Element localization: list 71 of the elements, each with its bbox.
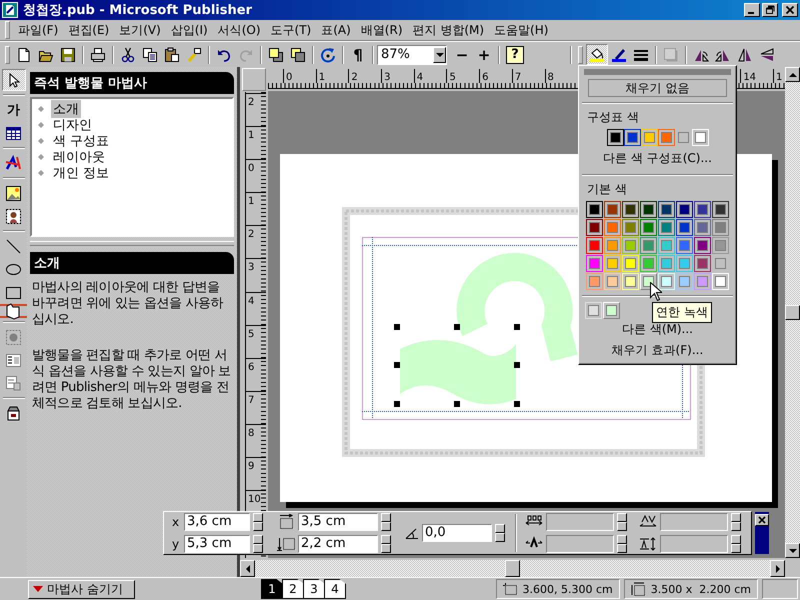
vertical-ruler[interactable]: 2 1 0 1 2 3 4 5 6 7 8 9 10 xyxy=(245,92,266,558)
wizard-step[interactable]: 레이아웃 xyxy=(51,148,107,166)
menu-item[interactable]: 편지 병합(M) xyxy=(408,22,490,38)
zoom-out-button[interactable]: − xyxy=(451,44,473,65)
ruler-number: 1 xyxy=(775,72,782,83)
menu-item[interactable]: 채우기 효과(F)... xyxy=(582,340,733,361)
ruler-number: 7 xyxy=(247,394,254,406)
ruler-number: 3 xyxy=(383,72,390,83)
ruler-number: 6 xyxy=(481,72,488,83)
help-paragraph: 마법사의 레이아웃에 대한 답변을 바꾸려면 위에 있는 옵션을 사용하십시오. xyxy=(32,280,224,328)
menu-item[interactable]: 다른 색 구성표(C)... xyxy=(582,148,733,169)
ruler-number: 2 xyxy=(350,72,358,83)
ruler-number: 3 xyxy=(247,262,254,274)
wizard-step[interactable]: 개인 정보 xyxy=(51,164,112,182)
y-position-field[interactable]: 5,3 cm xyxy=(184,535,250,553)
ruler-number: 8 xyxy=(546,72,554,83)
ruler-number: 7 xyxy=(514,72,522,83)
formatting-marks-button[interactable]: ¶ xyxy=(347,44,369,65)
ruler-number: 8 xyxy=(247,428,254,439)
size-readout: 3.500 x 2.200 cm xyxy=(650,582,751,596)
menu-item[interactable]: 삽입(I) xyxy=(166,22,213,38)
text-tool[interactable]: 가 xyxy=(2,99,26,121)
ruler-number: 14 xyxy=(742,72,756,83)
ruler-number: 1 xyxy=(247,130,254,142)
height-field[interactable]: 2,2 cm xyxy=(298,535,378,553)
help-button[interactable]: ? xyxy=(506,46,524,64)
y-label: y xyxy=(172,537,180,551)
window-title: 청첩장.pub - Microsoft Publisher xyxy=(23,2,252,19)
zoom-in-button[interactable]: + xyxy=(473,44,495,65)
section-title: 구성표 색 xyxy=(586,109,640,126)
wizard-title: 즉석 발행물 마법사 xyxy=(30,72,234,94)
menu-item[interactable]: 서식(O) xyxy=(212,22,266,38)
section-title: 소개 xyxy=(30,252,234,274)
menu-item[interactable]: 파일(F) xyxy=(13,22,64,38)
ruler-number: 5 xyxy=(448,72,456,83)
ruler-number: 6 xyxy=(247,362,254,373)
ruler-number: 4 xyxy=(247,296,254,307)
wizard-step[interactable]: 색 구성표 xyxy=(51,132,112,150)
ruler-number: 10 xyxy=(247,494,261,506)
menu-item[interactable]: 표(A) xyxy=(316,22,356,38)
menu-item[interactable]: 도움말(H) xyxy=(489,22,554,38)
wizard-step[interactable]: 디자인 xyxy=(51,116,94,134)
ruler-number: 2 xyxy=(247,229,254,240)
page-tab[interactable]: 3 xyxy=(303,579,325,599)
section-title: 기본 색 xyxy=(586,181,628,198)
page-tab[interactable]: 2 xyxy=(282,579,304,599)
menu-item[interactable]: 보기(V) xyxy=(114,22,166,38)
wizard-step[interactable]: 소개 xyxy=(51,100,81,118)
color-tooltip: 연한 녹색 xyxy=(652,302,712,323)
ruler-number: 2 xyxy=(247,97,254,108)
menu-item[interactable]: 배열(R) xyxy=(356,22,408,38)
menu-item[interactable]: 도구(T) xyxy=(266,22,316,38)
page-tab[interactable]: 1 xyxy=(261,579,283,599)
x-label: x xyxy=(172,515,180,529)
x-position-field[interactable]: 3,6 cm xyxy=(184,513,250,531)
rotation-field[interactable]: 0,0 xyxy=(422,524,492,542)
ruler-number: 4 xyxy=(416,72,424,83)
ruler-number: 1 xyxy=(247,196,254,208)
menu-item[interactable]: 편집(E) xyxy=(63,22,114,38)
position-readout: 3.600, 5.300 cm xyxy=(522,582,613,596)
hide-wizard-button[interactable]: 마법사 숨기기 xyxy=(28,580,135,598)
page-tab[interactable]: 4 xyxy=(324,579,346,599)
no-fill-button[interactable]: 채우기 없음 xyxy=(588,79,727,97)
ruler-number: 9 xyxy=(247,461,254,472)
ruler-number: 0 xyxy=(247,163,254,174)
ruler-number: 5 xyxy=(247,328,254,340)
width-field[interactable]: 3,5 cm xyxy=(298,513,378,531)
zoom-combo[interactable]: 87% xyxy=(377,44,447,64)
help-paragraph: 발행물을 편집할 때 추가로 어떤 서식 옵션을 사용할 수 있는지 알아 보려면 Publisher의 메뉴와 명령을 전체적으로 검토해 보십시오. xyxy=(32,348,232,412)
ruler-number: 0 xyxy=(285,72,292,83)
ruler-number: 1 xyxy=(318,72,326,83)
